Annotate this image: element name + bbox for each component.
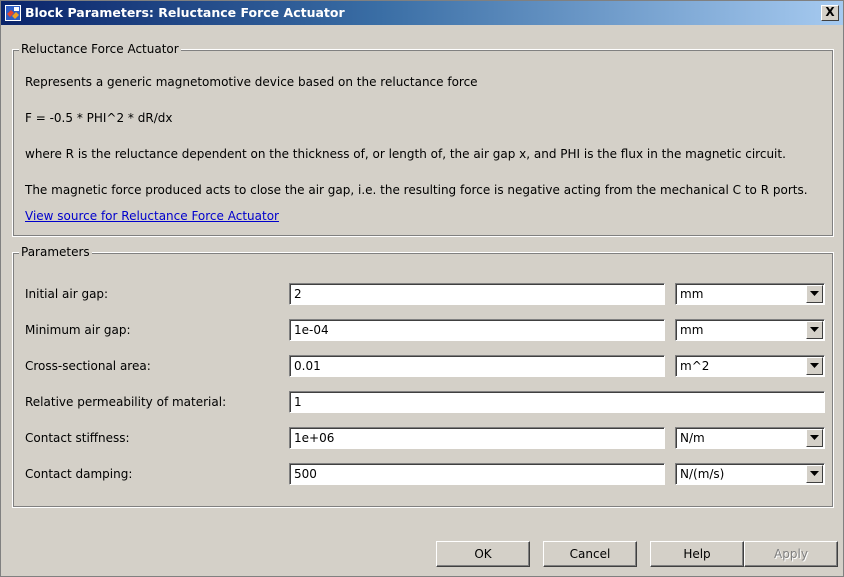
close-icon: X bbox=[825, 5, 835, 19]
ok-button[interactable]: OK bbox=[436, 541, 530, 567]
contact-stiffness-input[interactable]: 1e+06 bbox=[289, 427, 665, 449]
simulink-block-icon bbox=[5, 5, 21, 21]
chevron-down-icon bbox=[810, 291, 819, 296]
cross-sectional-area-input[interactable]: 0.01 bbox=[289, 355, 665, 377]
window-title: Block Parameters: Reluctance Force Actua… bbox=[25, 5, 345, 20]
contact-damping-unit-select[interactable]: N/(m/s) bbox=[675, 463, 825, 485]
dropdown-button[interactable] bbox=[806, 429, 823, 447]
dropdown-button[interactable] bbox=[806, 357, 823, 375]
contact-stiffness-unit-select[interactable]: N/m bbox=[675, 427, 825, 449]
dropdown-button[interactable] bbox=[806, 321, 823, 339]
initial-air-gap-label: Initial air gap: bbox=[25, 287, 109, 301]
cross-sectional-area-unit-select[interactable]: m^2 bbox=[675, 355, 825, 377]
description-line: where R is the reluctance dependent on t… bbox=[25, 147, 786, 161]
title-bar[interactable]: Block Parameters: Reluctance Force Actua… bbox=[1, 1, 843, 25]
initial-air-gap-input[interactable]: 2 bbox=[289, 283, 665, 305]
description-group: Reluctance Force Actuator Represents a g… bbox=[12, 42, 834, 237]
initial-air-gap-unit-select[interactable]: mm bbox=[675, 283, 825, 305]
cross-sectional-area-label: Cross-sectional area: bbox=[25, 359, 151, 373]
relative-permeability-input[interactable]: 1 bbox=[289, 391, 825, 413]
apply-button[interactable]: Apply bbox=[744, 541, 838, 567]
minimum-air-gap-input[interactable]: 1e-04 bbox=[289, 319, 665, 341]
close-button[interactable]: X bbox=[821, 5, 839, 21]
unit-value: mm bbox=[680, 323, 704, 337]
chevron-down-icon bbox=[810, 327, 819, 332]
cancel-button[interactable]: Cancel bbox=[543, 541, 637, 567]
contact-damping-label: Contact damping: bbox=[25, 467, 133, 481]
parameters-group-title: Parameters bbox=[19, 245, 92, 259]
help-button[interactable]: Help bbox=[650, 541, 744, 567]
unit-value: m^2 bbox=[680, 359, 710, 373]
unit-value: N/(m/s) bbox=[680, 467, 725, 481]
view-source-link[interactable]: View source for Reluctance Force Actuato… bbox=[25, 208, 279, 224]
block-parameters-dialog: Block Parameters: Reluctance Force Actua… bbox=[0, 0, 844, 577]
unit-value: mm bbox=[680, 287, 704, 301]
chevron-down-icon bbox=[810, 471, 819, 476]
description-line: Represents a generic magnetomotive devic… bbox=[25, 75, 478, 89]
chevron-down-icon bbox=[810, 435, 819, 440]
unit-value: N/m bbox=[680, 431, 705, 445]
chevron-down-icon bbox=[810, 363, 819, 368]
contact-stiffness-label: Contact stiffness: bbox=[25, 431, 130, 445]
dropdown-button[interactable] bbox=[806, 285, 823, 303]
formula-line: F = -0.5 * PHI^2 * dR/dx bbox=[25, 111, 173, 125]
minimum-air-gap-label: Minimum air gap: bbox=[25, 323, 131, 337]
description-group-title: Reluctance Force Actuator bbox=[19, 42, 181, 56]
description-line: The magnetic force produced acts to clos… bbox=[25, 183, 808, 197]
relative-permeability-label: Relative permeability of material: bbox=[25, 395, 227, 409]
parameters-group: Parameters Initial air gap: 2 mm Minimum… bbox=[12, 245, 834, 508]
minimum-air-gap-unit-select[interactable]: mm bbox=[675, 319, 825, 341]
contact-damping-input[interactable]: 500 bbox=[289, 463, 665, 485]
dropdown-button[interactable] bbox=[806, 465, 823, 483]
